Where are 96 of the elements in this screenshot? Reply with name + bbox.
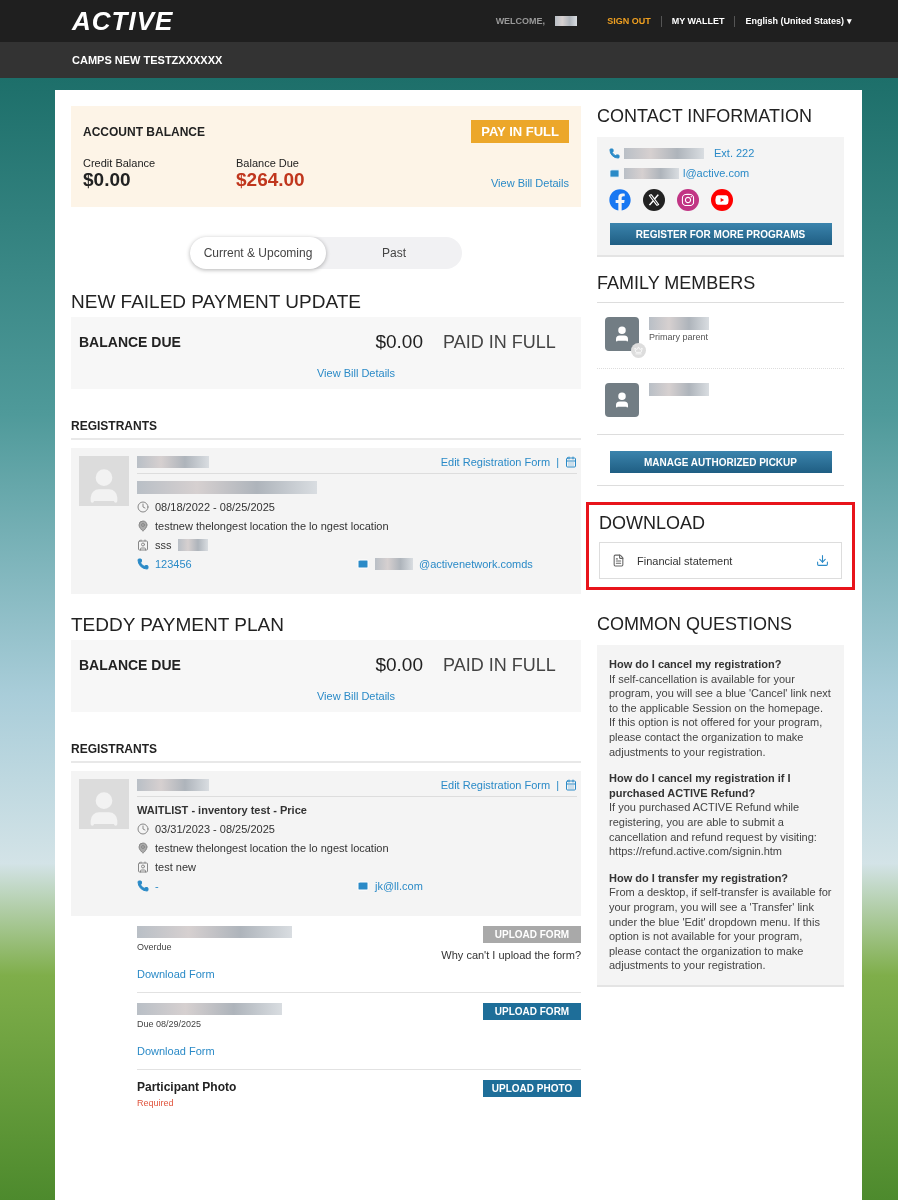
sign-out-link[interactable]: SIGN OUT [607,16,651,26]
member-role: Primary parent [649,332,709,342]
separator: | [556,779,559,791]
redacted-block [624,167,679,179]
program-title: CAMPS NEW TESTZXXXXXX [72,54,223,66]
document-icon [612,554,625,567]
payment-status: PAID IN FULL [443,331,557,353]
clock-icon [137,501,149,513]
redacted-block [649,383,709,396]
phone-link[interactable]: 123456 [155,558,192,570]
upload-form-button[interactable]: UPLOAD FORM [483,1003,581,1020]
phone-link[interactable]: - [155,880,159,892]
location: testnew thelongest location the lo ngest location [155,520,389,532]
amount: $0.00 [374,654,423,676]
redacted-block [375,558,413,570]
answer: If you purchased ACTIVE Refund while registering, you are able to submit a cancellation and refund request by visiting: https://refund.active.com/signin.htm [609,800,818,859]
download-item[interactable]: Financial statement [599,542,842,579]
calendar-icon[interactable] [565,779,577,791]
edit-registration-link[interactable]: Edit Registration Form [440,456,551,468]
manage-pickup-button[interactable]: MANAGE AUTHORIZED PICKUP [609,451,832,473]
mail-icon [357,880,369,892]
credit-balance-label: Credit Balance [83,157,157,169]
balance-due-label: BALANCE DUE [79,334,182,350]
credit-balance-value: $0.00 [83,169,132,191]
phone-icon [137,558,149,570]
contact-heading: CONTACT INFORMATION [597,106,813,127]
registrants-heading: REGISTRANTS [71,742,581,763]
phone-extension[interactable]: Ext. 222 [714,147,755,159]
location-pin-icon [137,842,149,854]
balance-due-label: BALANCE DUE [79,657,182,673]
language-selector[interactable]: English (United States) ▾ [745,16,852,26]
redacted-block [137,456,209,468]
download-icon[interactable] [816,554,829,567]
family-heading: FAMILY MEMBERS [597,273,844,303]
answer: From a desktop, if self-transfer is available for your program, you will see a 'Transfer' link under the blue 'Edit' dropdown menu. If this option is not available for your program, please contact the organization to make adjustments to your registration. [609,885,832,973]
redacted-block [177,539,208,551]
form-status: Due 08/29/2025 [137,1019,203,1029]
location-pin-icon [137,520,149,532]
program-heading: NEW FAILED PAYMENT UPDATE [71,291,362,313]
balance-due-label: Balance Due [236,157,300,169]
upload-photo-button[interactable]: UPLOAD PHOTO [483,1080,581,1097]
pay-in-full-button[interactable]: PAY IN FULL [471,120,569,143]
tab[interactable]: Current & Upcoming [190,237,326,269]
payment-status: PAID IN FULL [443,654,557,676]
x-icon[interactable] [643,189,665,211]
separator: | [556,456,559,468]
email-link[interactable]: @activenetwork.comds [419,558,533,570]
register-more-button[interactable]: REGISTER FOR MORE PROGRAMS [609,223,832,245]
view-bill-details-link[interactable]: View Bill Details [316,367,396,379]
welcome-text: WELCOME, [495,16,546,26]
questions-heading: COMMON QUESTIONS [597,614,793,635]
redacted-block [555,16,578,26]
group-name: test new [155,861,196,873]
question: How do I cancel my registration if I purchased ACTIVE Refund? [609,771,792,801]
download-heading: DOWNLOAD [599,513,706,534]
download-form-link[interactable]: Download Form [137,1045,215,1057]
phone-icon [137,880,149,892]
person-icon [613,325,631,343]
form-status: Overdue [137,942,173,952]
tab[interactable]: Past [326,237,462,269]
redacted-block [137,779,209,791]
mail-icon [609,167,620,179]
badge-icon [137,539,149,551]
calendar-icon[interactable] [565,456,577,468]
active-logo: ACTIVE [72,5,174,37]
edit-registration-link[interactable]: Edit Registration Form [440,779,551,791]
facebook-icon[interactable] [609,189,631,211]
account-balance-title: ACCOUNT BALANCE [83,124,206,139]
person-icon [613,391,631,409]
registrants-heading: REGISTRANTS [71,419,581,440]
youtube-icon[interactable] [711,189,733,211]
group-name: sss [155,539,172,551]
view-bill-details-link[interactable]: View Bill Details [490,177,569,189]
view-bill-details-link[interactable]: View Bill Details [316,690,396,702]
email-link[interactable]: jk@ll.com [375,880,423,892]
redacted-block [649,317,709,330]
form-title: Participant Photo [137,1080,238,1094]
program-heading: TEDDY PAYMENT PLAN [71,614,285,636]
email-link[interactable]: l@active.com [683,167,750,179]
clock-icon [137,823,149,835]
location: testnew thelongest location the lo ngest location [155,842,389,854]
question: How do I transfer my registration? [609,870,790,886]
session-dates: 08/18/2022 - 08/25/2025 [155,501,275,513]
answer: If self-cancellation is available for your program, you will see a blue 'Cancel' link next to the applicable Session on the homepage. If this option is not offered for your program, please contact the organization to make adjustments to your registration. [609,671,832,760]
balance-due-value: $264.00 [236,169,306,191]
upload-help-text: Why can't I upload the form? [441,949,581,961]
instagram-icon[interactable] [677,189,699,211]
session-dates: 03/31/2023 - 08/25/2025 [155,823,275,835]
question: How do I cancel my registration? [609,657,783,672]
wallet-link[interactable]: MY WALLET [671,16,725,26]
form-status: Required [137,1098,175,1108]
amount: $0.00 [374,331,423,353]
session-name: WAITLIST - inventory test - Price [137,804,308,816]
mail-icon [357,558,369,570]
badge-icon [137,861,149,873]
phone-icon [609,147,620,159]
